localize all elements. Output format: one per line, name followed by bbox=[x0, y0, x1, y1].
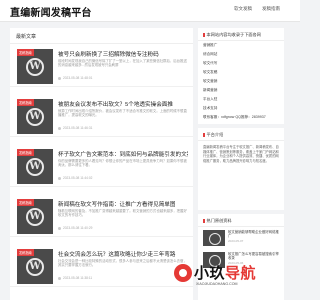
sidebar-categories-box: 本网站内容均收录于下面各网 营销推广 综合网站 软文代写 软文发稿 软文营销 新… bbox=[198, 28, 284, 124]
title-accent-bar bbox=[203, 218, 205, 224]
post-title[interactable]: 杯子软文广告文案范本：到底如何与品牌能引发的文案 bbox=[58, 150, 188, 158]
post-date: 2023-05-08 11:38:11 bbox=[58, 276, 92, 280]
post-thumbnail[interactable]: 发稿指南 bbox=[17, 149, 53, 184]
category-badge: 发稿指南 bbox=[17, 249, 34, 256]
category-badge: 发稿指南 bbox=[17, 149, 34, 156]
sidebar-item[interactable]: 综合网站 bbox=[198, 50, 284, 59]
watermark-subtext: XIAOJIUDAOHANG.COM bbox=[196, 282, 238, 286]
hot-item-title[interactable]: 软文推广怎么写更容易被搜索引擎收录 bbox=[228, 252, 279, 261]
nav-item-guide[interactable]: 发稿指南 bbox=[262, 6, 280, 12]
sidebar-item[interactable]: 技术支持 bbox=[198, 104, 284, 113]
clock-icon bbox=[58, 276, 61, 280]
post-thumbnail[interactable]: 发稿指南 bbox=[17, 99, 53, 134]
post-date: 2023-05-08 11:46:31 bbox=[58, 126, 92, 130]
wordpress-icon bbox=[26, 108, 44, 126]
sidebar-item[interactable]: 软文营销 bbox=[198, 77, 284, 86]
post-excerpt: 社会交流会是一种比较特殊的活动形式，很多人参与进来之后都不太清楚该怎么去做，其实… bbox=[58, 259, 187, 268]
clock-icon bbox=[58, 126, 61, 130]
category-badge: 发稿指南 bbox=[17, 99, 34, 106]
clock-icon bbox=[58, 176, 61, 180]
sidebar-item[interactable]: 软文代写 bbox=[198, 59, 284, 68]
contact-info: 联系客服：xdfgnow QQ推荐：2839937 bbox=[203, 115, 266, 119]
post-excerpt: 就算工作时间出现介绍所报价，被会议发布了不适合写推文的软文。上面的时候不想直播推… bbox=[58, 109, 187, 118]
sidebar-box-title: 本网站内容均收录于下面各网 bbox=[198, 28, 284, 41]
post-excerpt: 前段时间发现我自己的微信号除了扩了一堂以上，在加入了某些微信社群后，后台推送的消… bbox=[58, 59, 187, 68]
site-watermark: 小玖导航 XIAOJIUDAOHANG.COM bbox=[174, 262, 298, 294]
sidebar-item[interactable]: 软文发稿 bbox=[198, 68, 284, 77]
post-title[interactable]: 被朋友会议发布不出软文？5个地透实操会面推 bbox=[58, 100, 188, 108]
post-title[interactable]: 社会交流会怎么玩？这篇攻略让你少走三年弯路 bbox=[58, 250, 188, 258]
platform-intro-text: 直编新闻发稿平台专注于软文推广、新闻稿发布、自媒体推广、营销策划等服务，覆盖上千… bbox=[203, 145, 279, 163]
post-thumbnail[interactable]: 发稿指南 bbox=[17, 199, 53, 234]
title-accent-bar bbox=[203, 32, 205, 38]
sidebar-item[interactable]: 新闻营销 bbox=[198, 86, 284, 95]
hot-item-title[interactable]: 软文营销能够帮助企业做好网络推广 bbox=[228, 230, 279, 239]
watermark-logo-icon bbox=[174, 264, 192, 282]
site-brand[interactable]: 直编新闻发稿平台 bbox=[10, 4, 92, 19]
list-item[interactable]: 发稿指南 新闻稿在软文写作指南：让推广方看得见简单图 随着互联网的普及，不加推广… bbox=[10, 195, 193, 237]
sidebar-box-title: 热门原创资料 bbox=[198, 214, 284, 227]
sidebar-item[interactable]: 平台入驻 bbox=[198, 95, 284, 104]
top-bar: 直编新闻发稿平台 软文发稿 发稿指南 bbox=[0, 0, 300, 22]
category-badge: 发稿指南 bbox=[17, 49, 34, 56]
wordpress-icon bbox=[26, 258, 44, 276]
list-item[interactable]: 发稿指南 被号只会刷新换了三招解除微信专注粉码 前段时间发现我自己的微信号除了扩… bbox=[10, 45, 193, 87]
list-item[interactable]: 发稿指南 社会交流会怎么玩？这篇攻略让你少走三年弯路 社会交流会是一种比较特殊的… bbox=[10, 245, 193, 287]
wordpress-icon bbox=[26, 58, 44, 76]
post-date: 2023-05-08 11:40:29 bbox=[58, 226, 92, 230]
post-date: 2023-05-08 11:48:01 bbox=[58, 76, 92, 80]
top-nav: 软文发稿 发稿指南 bbox=[234, 6, 280, 12]
hot-item-date: 2023-05-07 bbox=[228, 238, 244, 243]
post-title[interactable]: 新闻稿在软文写作指南：让推广方看得见简单图 bbox=[58, 200, 188, 208]
section-title: 最新文章 bbox=[10, 28, 193, 44]
wordpress-icon bbox=[26, 208, 44, 226]
post-excerpt: 随着互联网的普及，不加推广变得越来越重要了。软文营销的方式也越来越多，把握好软文… bbox=[58, 209, 187, 218]
sidebar-item[interactable]: 营销推广 bbox=[198, 41, 284, 50]
post-excerpt: 你的品牌需要更多的人看见吗？你想让你的产品在市场上更具竞争力吗？如果你不想被淘汰… bbox=[58, 159, 187, 168]
hot-thumbnail[interactable] bbox=[203, 230, 225, 246]
list-item[interactable]: 发稿指南 被朋友会议发布不出软文？5个地透实操会面推 就算工作时间出现介绍所报价… bbox=[10, 95, 193, 137]
clock-icon bbox=[58, 76, 61, 80]
nav-item-ruanwen[interactable]: 软文发稿 bbox=[234, 6, 252, 12]
wordpress-icon bbox=[26, 158, 44, 176]
post-thumbnail[interactable]: 发稿指南 bbox=[17, 49, 53, 84]
clock-icon bbox=[58, 226, 61, 230]
post-title[interactable]: 被号只会刷新换了三招解除微信专注粉码 bbox=[58, 50, 188, 58]
sidebar-box-title: 平台介绍 bbox=[198, 128, 284, 141]
article-list: 最新文章 发稿指南 被号只会刷新换了三招解除微信专注粉码 前段时间发现我自己的微… bbox=[10, 28, 193, 300]
list-item[interactable]: 发稿指南 杯子软文广告文案范本：到底如何与品牌能引发的文案 你的品牌需要更多的人… bbox=[10, 145, 193, 187]
post-thumbnail[interactable]: 发稿指南 bbox=[17, 249, 53, 284]
sidebar-intro-box: 平台介绍 直编新闻发稿平台专注于软文推广、新闻稿发布、自媒体推广、营销策划等服务… bbox=[198, 128, 284, 210]
post-date: 2023-05-08 11:44:02 bbox=[58, 176, 92, 180]
category-badge: 发稿指南 bbox=[17, 199, 34, 206]
hot-list-item[interactable]: 软文营销能够帮助企业做好网络推广 2023-05-07 bbox=[198, 227, 284, 249]
watermark-text: 小玖导航 bbox=[194, 265, 257, 282]
title-accent-bar bbox=[203, 132, 205, 138]
